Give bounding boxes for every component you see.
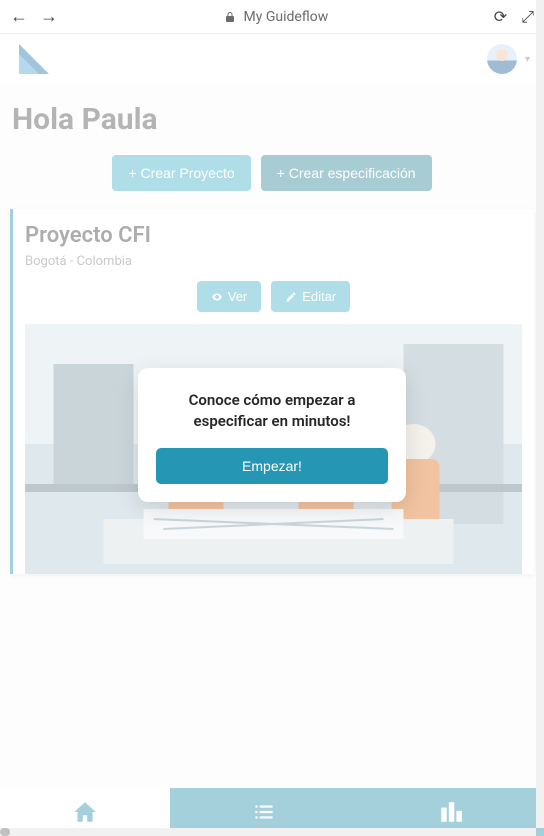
- onboarding-modal: Conoce cómo empezar a especificar en min…: [138, 368, 406, 502]
- lock-icon: [224, 11, 236, 23]
- url-display[interactable]: My Guideflow: [70, 9, 482, 25]
- vertical-scrollbar[interactable]: [536, 0, 544, 828]
- modal-message: Conoce cómo empezar a especificar en min…: [156, 390, 388, 432]
- start-button[interactable]: Empezar!: [156, 448, 388, 484]
- scroll-thumb[interactable]: [0, 828, 10, 836]
- page-title: My Guideflow: [244, 9, 329, 25]
- forward-button[interactable]: →: [40, 6, 58, 27]
- expand-button[interactable]: ⤢: [521, 7, 534, 27]
- reload-button[interactable]: ⟳: [494, 7, 507, 27]
- modal-overlay[interactable]: Conoce cómo empezar a especificar en min…: [0, 34, 544, 836]
- back-button[interactable]: ←: [10, 6, 28, 27]
- horizontal-scrollbar[interactable]: [0, 828, 536, 836]
- browser-toolbar: ← → My Guideflow ⟳ ⤢: [0, 0, 544, 34]
- app-viewport: ▾ Hola Paula + Crear Proyecto + Crear es…: [0, 34, 544, 836]
